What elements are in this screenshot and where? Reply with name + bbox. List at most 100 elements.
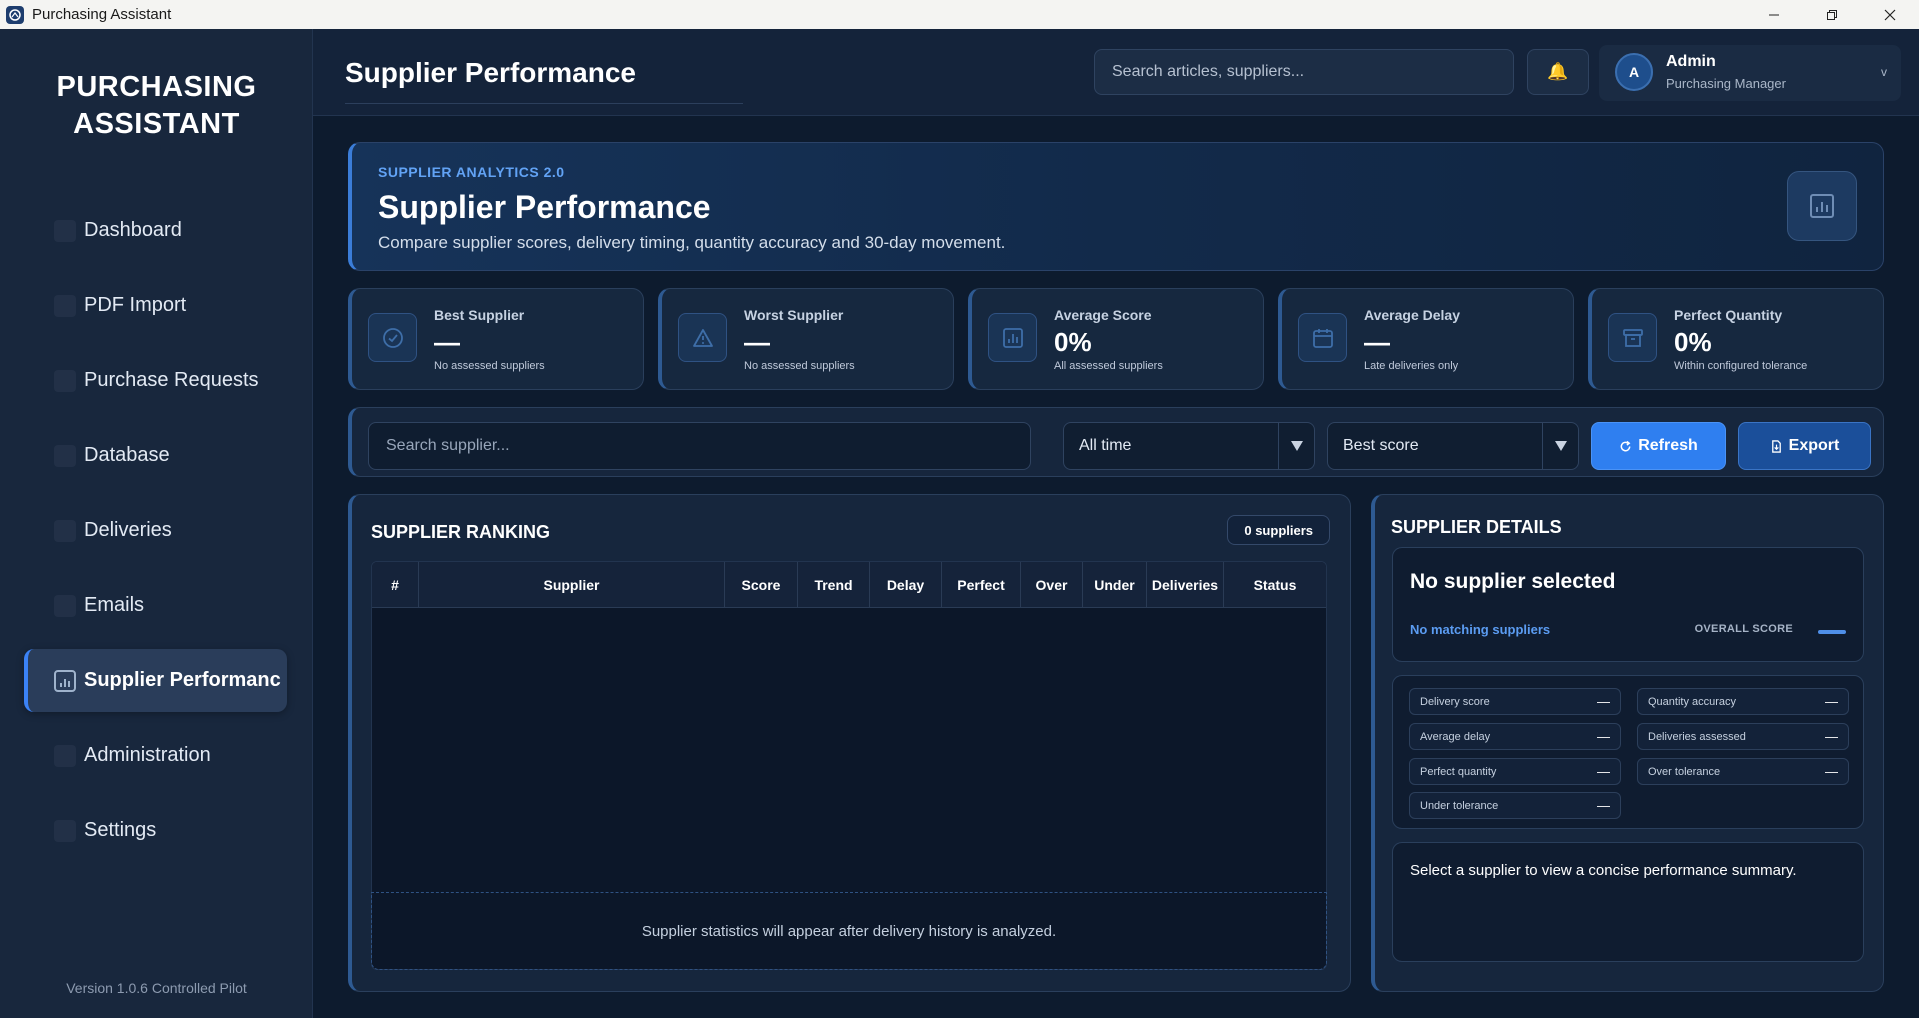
truck-icon [54,519,76,542]
refresh-button[interactable]: Refresh [1591,422,1726,470]
sidebar: PURCHASING ASSISTANT Dashboard PDF Impor… [0,29,313,1018]
metric-average-delay: Average delay — [1409,723,1621,750]
sidebar-item-label: Database [84,444,170,466]
stat-note: No assessed suppliers [434,360,545,372]
metric-label: Over tolerance [1648,766,1721,778]
sidebar-item-label: Deliveries [84,519,172,541]
user-role: Purchasing Manager [1666,76,1786,91]
supplier-count-badge: 0 suppliers [1227,515,1330,545]
admin-icon [54,744,76,767]
metric-label: Quantity accuracy [1648,696,1737,708]
close-button[interactable] [1861,0,1919,29]
sort-select-value: Best score [1343,437,1419,454]
minimize-button[interactable] [1745,0,1803,29]
sidebar-item-purchase-requests[interactable]: Purchase Requests [24,349,287,412]
sidebar-item-label: PDF Import [84,294,187,316]
sidebar-item-label: Emails [84,594,145,616]
column-header-status[interactable]: Status [1224,562,1326,608]
overall-score-label: OVERALL SCORE [1694,623,1793,635]
restore-button[interactable] [1803,0,1861,29]
metric-deliveries-assessed: Deliveries assessed — [1637,723,1849,750]
column-header-trend[interactable]: Trend [798,562,870,608]
sidebar-item-label: Administration [84,744,211,766]
column-header-score[interactable]: Score [725,562,798,608]
selected-supplier-subtitle: No matching suppliers [1410,622,1551,637]
column-header-deliveries[interactable]: Deliveries [1147,562,1224,608]
sort-select[interactable]: Best score [1327,422,1579,470]
notifications-button[interactable]: 🔔 [1527,49,1589,95]
stat-perfect-quantity: Perfect Quantity 0% Within configured to… [1588,288,1884,390]
stat-average-score: Average Score 0% All assessed suppliers [968,288,1264,390]
sidebar-item-database[interactable]: Database [24,424,287,487]
sidebar-item-label: Dashboard [84,219,182,241]
column-header-delay[interactable]: Delay [870,562,942,608]
close-icon [1884,9,1896,20]
bell-icon: 🔔 [1547,62,1569,81]
stat-value: — [744,327,770,357]
export-button[interactable]: Export [1738,422,1871,470]
supplier-details-panel: SUPPLIER DETAILS No supplier selected No… [1371,494,1884,992]
sidebar-item-settings[interactable]: Settings [24,799,287,862]
supplier-search-input[interactable] [368,422,1031,470]
database-icon [54,444,76,467]
user-name: Admin [1666,53,1716,70]
column-header-supplier[interactable]: Supplier [419,562,725,608]
stat-label: Average Score [1054,307,1152,323]
metric-label: Average delay [1420,731,1491,743]
metric-value: — [1825,729,1838,744]
metric-quantity-accuracy: Quantity accuracy — [1637,688,1849,715]
stat-average-delay: Average Delay — Late deliveries only [1278,288,1574,390]
metric-perfect-quantity: Perfect quantity — [1409,758,1621,785]
metric-under-tolerance: Under tolerance — [1409,792,1621,819]
sidebar-item-supplier-performance[interactable]: Supplier Performanc [24,649,287,712]
avatar: A [1615,53,1653,91]
overall-score-indicator [1818,630,1846,634]
refresh-icon [1620,440,1631,451]
cart-icon [54,369,76,392]
selected-supplier-card: No supplier selected No matching supplie… [1392,547,1864,662]
top-header: Supplier Performance 🔔 A Admin Purchasin… [313,29,1919,116]
metric-value: — [1597,694,1610,709]
column-header-perfect[interactable]: Perfect [942,562,1021,608]
stat-best-supplier: Best Supplier — No assessed suppliers [348,288,644,390]
sidebar-item-pdf-import[interactable]: PDF Import [24,274,287,337]
brand-line-1: PURCHASING [56,71,257,103]
stat-value: — [434,327,460,357]
metric-label: Perfect quantity [1420,766,1497,778]
check-circle-icon [368,313,417,362]
metric-delivery-score: Delivery score — [1409,688,1621,715]
summary-card: Select a supplier to view a concise perf… [1392,842,1864,962]
summary-text: Select a supplier to view a concise perf… [1410,862,1797,879]
global-search-input[interactable] [1094,49,1514,95]
ranking-empty-state: Supplier statistics will appear after de… [371,892,1327,970]
sidebar-item-dashboard[interactable]: Dashboard [24,199,287,262]
sidebar-item-administration[interactable]: Administration [24,724,287,787]
stat-worst-supplier: Worst Supplier — No assessed suppliers [658,288,954,390]
metric-label: Delivery score [1420,696,1490,708]
column-header-rank[interactable]: # [372,562,419,608]
pdf-icon [54,294,76,317]
restore-icon [1827,9,1837,20]
filter-bar: All time Best score Refresh Export [348,407,1884,477]
metric-over-tolerance: Over tolerance — [1637,758,1849,785]
sidebar-item-label: Supplier Performanc [84,669,281,691]
minimize-icon [1769,14,1779,15]
period-select[interactable]: All time [1063,422,1315,470]
export-icon [1771,439,1781,453]
column-header-under[interactable]: Under [1083,562,1147,608]
column-header-over[interactable]: Over [1021,562,1083,608]
sidebar-item-deliveries[interactable]: Deliveries [24,499,287,562]
stat-label: Worst Supplier [744,307,844,323]
dropdown-arrow-icon [1278,423,1314,469]
window-title: Purchasing Assistant [32,6,172,23]
sidebar-item-emails[interactable]: Emails [24,574,287,637]
hero-eyebrow: SUPPLIER ANALYTICS 2.0 [378,164,565,180]
chart-icon [54,669,76,692]
hero-banner: SUPPLIER ANALYTICS 2.0 Supplier Performa… [348,142,1884,271]
user-menu[interactable]: A Admin Purchasing Manager v [1599,45,1901,101]
metrics-card: Delivery score — Quantity accuracy — Avera… [1392,675,1864,829]
dropdown-arrow-icon [1542,423,1578,469]
box-icon [1608,313,1657,362]
stat-value: 0% [1054,327,1092,357]
stat-note: No assessed suppliers [744,360,855,372]
